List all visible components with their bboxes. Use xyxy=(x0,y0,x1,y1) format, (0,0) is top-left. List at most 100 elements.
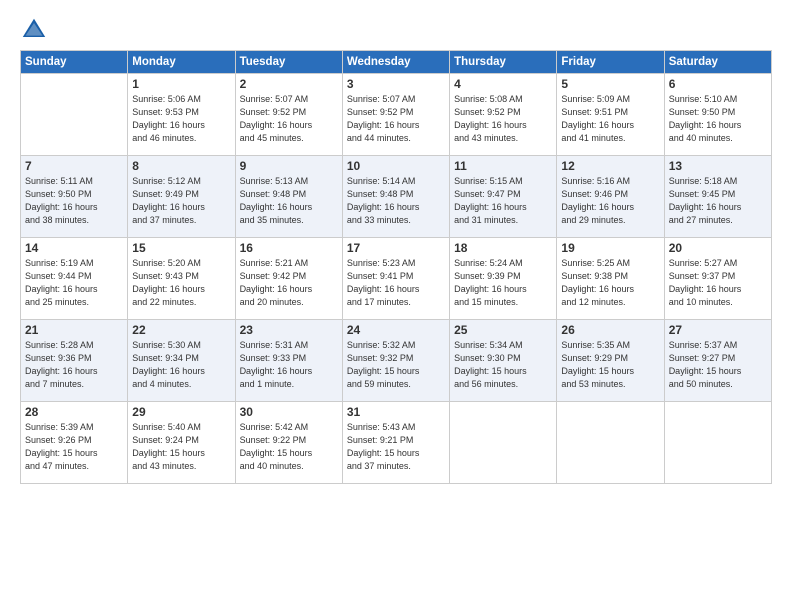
day-number: 19 xyxy=(561,241,659,255)
day-info: Sunrise: 5:42 AM Sunset: 9:22 PM Dayligh… xyxy=(240,421,338,473)
calendar-cell: 23 Sunrise: 5:31 AM Sunset: 9:33 PM Dayli… xyxy=(235,320,342,402)
day-number: 3 xyxy=(347,77,445,91)
calendar-cell: 20Sunrise: 5:27 AM Sunset: 9:37 PM Dayli… xyxy=(664,238,771,320)
day-info: Sunrise: 5:39 AM Sunset: 9:26 PM Dayligh… xyxy=(25,421,123,473)
week-row-3: 14Sunrise: 5:19 AM Sunset: 9:44 PM Dayli… xyxy=(21,238,772,320)
col-header-tuesday: Tuesday xyxy=(235,51,342,74)
col-header-thursday: Thursday xyxy=(450,51,557,74)
calendar-cell: 29Sunrise: 5:40 AM Sunset: 9:24 PM Dayli… xyxy=(128,402,235,484)
day-info: Sunrise: 5:13 AM Sunset: 9:48 PM Dayligh… xyxy=(240,175,338,227)
header xyxy=(20,16,772,44)
calendar-cell: 21 Sunrise: 5:28 AM Sunset: 9:36 PM Dayli… xyxy=(21,320,128,402)
calendar-cell: 9 Sunrise: 5:13 AM Sunset: 9:48 PM Daylig… xyxy=(235,156,342,238)
day-info: Sunrise: 5:12 AM Sunset: 9:49 PM Dayligh… xyxy=(132,175,230,227)
calendar-cell xyxy=(664,402,771,484)
day-info: Sunrise: 5:25 AM Sunset: 9:38 PM Dayligh… xyxy=(561,257,659,309)
day-info: Sunrise: 5:20 AM Sunset: 9:43 PM Dayligh… xyxy=(132,257,230,309)
calendar-cell: 22 Sunrise: 5:30 AM Sunset: 9:34 PM Dayli… xyxy=(128,320,235,402)
calendar-cell: 3 Sunrise: 5:07 AM Sunset: 9:52 PM Daylig… xyxy=(342,74,449,156)
day-number: 11 xyxy=(454,159,552,173)
calendar-cell: 1 Sunrise: 5:06 AM Sunset: 9:53 PM Daylig… xyxy=(128,74,235,156)
day-number: 30 xyxy=(240,405,338,419)
day-number: 29 xyxy=(132,405,230,419)
day-number: 17 xyxy=(347,241,445,255)
calendar-cell: 4 Sunrise: 5:08 AM Sunset: 9:52 PM Daylig… xyxy=(450,74,557,156)
logo-icon xyxy=(20,16,48,44)
calendar-cell: 6 Sunrise: 5:10 AM Sunset: 9:50 PM Daylig… xyxy=(664,74,771,156)
calendar-cell: 16 Sunrise: 5:21 AM Sunset: 9:42 PM Dayli… xyxy=(235,238,342,320)
day-info: Sunrise: 5:18 AM Sunset: 9:45 PM Dayligh… xyxy=(669,175,767,227)
calendar-cell: 28 Sunrise: 5:39 AM Sunset: 9:26 PM Dayli… xyxy=(21,402,128,484)
day-info: Sunrise: 5:28 AM Sunset: 9:36 PM Dayligh… xyxy=(25,339,123,391)
day-info: Sunrise: 5:27 AM Sunset: 9:37 PM Dayligh… xyxy=(669,257,767,309)
day-info: Sunrise: 5:21 AM Sunset: 9:42 PM Dayligh… xyxy=(240,257,338,309)
day-info: Sunrise: 5:14 AM Sunset: 9:48 PM Dayligh… xyxy=(347,175,445,227)
calendar-cell: 18Sunrise: 5:24 AM Sunset: 9:39 PM Dayli… xyxy=(450,238,557,320)
col-header-friday: Friday xyxy=(557,51,664,74)
calendar-cell: 2 Sunrise: 5:07 AM Sunset: 9:52 PM Daylig… xyxy=(235,74,342,156)
calendar-cell: 15Sunrise: 5:20 AM Sunset: 9:43 PM Dayli… xyxy=(128,238,235,320)
day-info: Sunrise: 5:07 AM Sunset: 9:52 PM Dayligh… xyxy=(240,93,338,145)
day-info: Sunrise: 5:07 AM Sunset: 9:52 PM Dayligh… xyxy=(347,93,445,145)
calendar-cell xyxy=(21,74,128,156)
calendar-cell: 31 Sunrise: 5:43 AM Sunset: 9:21 PM Dayli… xyxy=(342,402,449,484)
week-row-4: 21 Sunrise: 5:28 AM Sunset: 9:36 PM Dayli… xyxy=(21,320,772,402)
day-number: 6 xyxy=(669,77,767,91)
day-info: Sunrise: 5:32 AM Sunset: 9:32 PM Dayligh… xyxy=(347,339,445,391)
calendar-cell: 24 Sunrise: 5:32 AM Sunset: 9:32 PM Dayli… xyxy=(342,320,449,402)
day-info: Sunrise: 5:16 AM Sunset: 9:46 PM Dayligh… xyxy=(561,175,659,227)
day-info: Sunrise: 5:06 AM Sunset: 9:53 PM Dayligh… xyxy=(132,93,230,145)
day-number: 21 xyxy=(25,323,123,337)
day-number: 31 xyxy=(347,405,445,419)
day-number: 18 xyxy=(454,241,552,255)
col-header-wednesday: Wednesday xyxy=(342,51,449,74)
day-number: 27 xyxy=(669,323,767,337)
day-info: Sunrise: 5:31 AM Sunset: 9:33 PM Dayligh… xyxy=(240,339,338,391)
calendar-cell: 17 Sunrise: 5:23 AM Sunset: 9:41 PM Dayli… xyxy=(342,238,449,320)
logo xyxy=(20,16,52,44)
day-number: 28 xyxy=(25,405,123,419)
calendar-cell: 27 Sunrise: 5:37 AM Sunset: 9:27 PM Dayli… xyxy=(664,320,771,402)
day-info: Sunrise: 5:19 AM Sunset: 9:44 PM Dayligh… xyxy=(25,257,123,309)
day-info: Sunrise: 5:37 AM Sunset: 9:27 PM Dayligh… xyxy=(669,339,767,391)
day-info: Sunrise: 5:08 AM Sunset: 9:52 PM Dayligh… xyxy=(454,93,552,145)
day-number: 26 xyxy=(561,323,659,337)
col-header-monday: Monday xyxy=(128,51,235,74)
calendar-cell: 11Sunrise: 5:15 AM Sunset: 9:47 PM Dayli… xyxy=(450,156,557,238)
day-number: 22 xyxy=(132,323,230,337)
calendar-table: SundayMondayTuesdayWednesdayThursdayFrid… xyxy=(20,50,772,484)
day-number: 7 xyxy=(25,159,123,173)
day-number: 16 xyxy=(240,241,338,255)
calendar-cell xyxy=(557,402,664,484)
day-number: 23 xyxy=(240,323,338,337)
week-row-1: 1 Sunrise: 5:06 AM Sunset: 9:53 PM Daylig… xyxy=(21,74,772,156)
day-info: Sunrise: 5:11 AM Sunset: 9:50 PM Dayligh… xyxy=(25,175,123,227)
day-number: 1 xyxy=(132,77,230,91)
day-number: 8 xyxy=(132,159,230,173)
calendar-cell: 26 Sunrise: 5:35 AM Sunset: 9:29 PM Dayli… xyxy=(557,320,664,402)
calendar-cell: 13 Sunrise: 5:18 AM Sunset: 9:45 PM Dayli… xyxy=(664,156,771,238)
day-info: Sunrise: 5:35 AM Sunset: 9:29 PM Dayligh… xyxy=(561,339,659,391)
header-row: SundayMondayTuesdayWednesdayThursdayFrid… xyxy=(21,51,772,74)
day-info: Sunrise: 5:23 AM Sunset: 9:41 PM Dayligh… xyxy=(347,257,445,309)
day-info: Sunrise: 5:43 AM Sunset: 9:21 PM Dayligh… xyxy=(347,421,445,473)
day-number: 9 xyxy=(240,159,338,173)
col-header-sunday: Sunday xyxy=(21,51,128,74)
calendar-cell xyxy=(450,402,557,484)
calendar-cell: 30 Sunrise: 5:42 AM Sunset: 9:22 PM Dayli… xyxy=(235,402,342,484)
day-number: 24 xyxy=(347,323,445,337)
day-info: Sunrise: 5:30 AM Sunset: 9:34 PM Dayligh… xyxy=(132,339,230,391)
day-info: Sunrise: 5:10 AM Sunset: 9:50 PM Dayligh… xyxy=(669,93,767,145)
calendar-cell: 25Sunrise: 5:34 AM Sunset: 9:30 PM Dayli… xyxy=(450,320,557,402)
week-row-5: 28 Sunrise: 5:39 AM Sunset: 9:26 PM Dayli… xyxy=(21,402,772,484)
day-info: Sunrise: 5:09 AM Sunset: 9:51 PM Dayligh… xyxy=(561,93,659,145)
day-number: 12 xyxy=(561,159,659,173)
calendar-cell: 7 Sunrise: 5:11 AM Sunset: 9:50 PM Daylig… xyxy=(21,156,128,238)
day-number: 4 xyxy=(454,77,552,91)
day-number: 13 xyxy=(669,159,767,173)
day-number: 2 xyxy=(240,77,338,91)
calendar-cell: 10Sunrise: 5:14 AM Sunset: 9:48 PM Dayli… xyxy=(342,156,449,238)
week-row-2: 7 Sunrise: 5:11 AM Sunset: 9:50 PM Daylig… xyxy=(21,156,772,238)
day-info: Sunrise: 5:34 AM Sunset: 9:30 PM Dayligh… xyxy=(454,339,552,391)
calendar-cell: 19 Sunrise: 5:25 AM Sunset: 9:38 PM Dayli… xyxy=(557,238,664,320)
